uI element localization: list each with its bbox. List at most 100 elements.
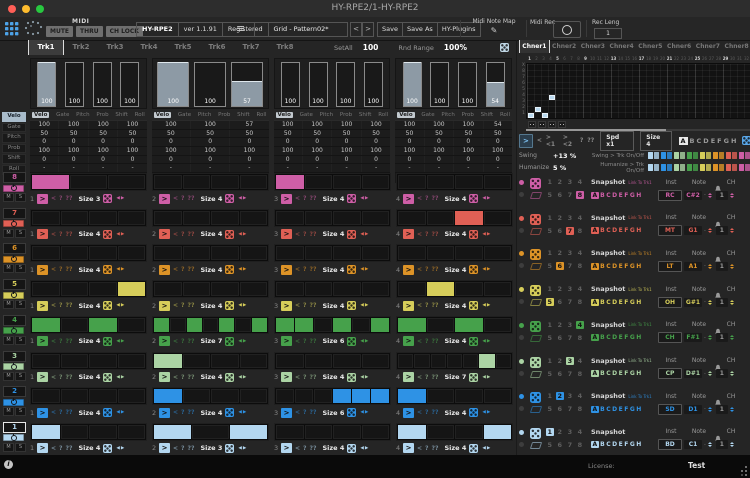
play-forward-button[interactable]: > bbox=[159, 443, 170, 453]
trk-onoff-toggle[interactable] bbox=[706, 164, 711, 171]
step-cell[interactable] bbox=[89, 211, 117, 225]
play-forward-button[interactable]: > bbox=[403, 229, 414, 239]
snapshot-slot-d[interactable]: D bbox=[612, 299, 617, 306]
link-to-trk-badge[interactable]: Link To Trk1 bbox=[628, 215, 651, 220]
tab-chner7[interactable]: Chner7 bbox=[694, 40, 723, 53]
random2-play-button[interactable]: ?? bbox=[432, 338, 439, 345]
step-cell[interactable] bbox=[333, 211, 361, 225]
randomize-dice-icon[interactable] bbox=[530, 178, 541, 189]
pager-right-icon[interactable]: ▶ bbox=[121, 267, 125, 272]
step-cell-active[interactable] bbox=[371, 318, 389, 332]
step-cell[interactable] bbox=[32, 246, 60, 260]
snapshot-slot-a[interactable]: A bbox=[591, 406, 599, 413]
step-cell-active[interactable] bbox=[32, 425, 60, 439]
step-cell[interactable] bbox=[398, 246, 426, 260]
panel-size-label[interactable]: Size 4 bbox=[78, 409, 100, 417]
pattern-slot-f[interactable]: F bbox=[717, 137, 721, 145]
step-cell[interactable] bbox=[333, 246, 361, 260]
param-tab-velo[interactable]: Velo bbox=[397, 112, 414, 118]
play-forward-button[interactable]: > bbox=[281, 443, 292, 453]
random2-play-button[interactable]: ?? bbox=[188, 302, 195, 309]
snapshot-slot-d[interactable]: D bbox=[612, 227, 617, 234]
track-power-button[interactable] bbox=[3, 220, 24, 227]
snapshot-slot-d[interactable]: D bbox=[612, 334, 617, 341]
param-value-cell[interactable]: - bbox=[302, 164, 331, 172]
step-cell[interactable] bbox=[362, 246, 390, 260]
grid-cell-active[interactable] bbox=[542, 113, 548, 118]
random-play-button[interactable]: ? bbox=[181, 338, 184, 345]
slot-4[interactable]: 4 bbox=[576, 357, 584, 365]
snapshot-slot-h[interactable]: H bbox=[636, 263, 641, 270]
step-cell-active[interactable] bbox=[32, 318, 60, 332]
trk-onoff-toggle[interactable] bbox=[739, 164, 744, 171]
randomize-dice-icon[interactable] bbox=[103, 337, 112, 346]
snapshot-slot-g[interactable]: G bbox=[630, 334, 635, 341]
track-power-button[interactable] bbox=[3, 185, 24, 192]
inst-value[interactable]: MT bbox=[658, 225, 682, 236]
panel-size-label[interactable]: Size 4 bbox=[322, 195, 344, 203]
random-play-button[interactable]: ? bbox=[303, 231, 306, 238]
panel-size-label[interactable]: Size 4 bbox=[200, 266, 222, 274]
ch-value[interactable]: 1 bbox=[716, 298, 728, 307]
random-play-button[interactable]: ? bbox=[181, 195, 184, 202]
param-value-cell[interactable]: 100 bbox=[88, 121, 117, 129]
pattern-grid[interactable] bbox=[526, 63, 750, 119]
param-tab-roll[interactable]: Roll bbox=[135, 112, 145, 118]
panel-size-label[interactable]: Size 6 bbox=[322, 409, 344, 417]
play-backward-button[interactable]: < bbox=[295, 445, 300, 452]
pager-right-icon[interactable]: ▶ bbox=[365, 446, 369, 451]
snapshot-slot-f[interactable]: F bbox=[624, 227, 628, 234]
param-tab-roll[interactable]: Roll bbox=[378, 112, 388, 118]
step-cell[interactable] bbox=[235, 318, 250, 332]
snapshot-slot-a[interactable]: A bbox=[591, 192, 599, 199]
pattern-slot-g[interactable]: G bbox=[724, 137, 729, 145]
step-cell-active[interactable] bbox=[455, 318, 483, 332]
randomize-dice-icon[interactable] bbox=[530, 392, 541, 403]
play-backward-button[interactable]: < bbox=[173, 338, 178, 345]
slot-6[interactable]: 6 bbox=[556, 227, 564, 235]
random-play-button[interactable]: ? bbox=[425, 195, 428, 202]
step-cell[interactable] bbox=[362, 282, 390, 296]
slot-5[interactable]: 5 bbox=[546, 405, 554, 413]
param-value-cell[interactable]: 100 bbox=[30, 147, 58, 155]
step-cell[interactable] bbox=[32, 282, 60, 296]
param-sidebar-velo[interactable]: Velo bbox=[2, 112, 26, 122]
ch-spinner[interactable] bbox=[730, 264, 734, 269]
slot-5[interactable]: 5 bbox=[546, 262, 554, 270]
trk-onoff-toggle[interactable] bbox=[726, 164, 731, 171]
param-value-cell[interactable]: 0 bbox=[88, 156, 117, 164]
slot-8[interactable]: 8 bbox=[576, 405, 584, 413]
snapshot-label[interactable]: Snapshot bbox=[591, 428, 625, 436]
step-cell[interactable] bbox=[427, 318, 455, 332]
randomize-dice-icon[interactable] bbox=[103, 408, 112, 417]
param-tab-prob[interactable]: Prob bbox=[218, 112, 230, 118]
snapshot-slot-c[interactable]: C bbox=[606, 370, 610, 377]
param-value-cell[interactable]: 50 bbox=[190, 130, 229, 138]
slot-7[interactable]: 7 bbox=[566, 334, 574, 342]
pager-right-icon[interactable]: ▶ bbox=[243, 339, 247, 344]
panel-size-label[interactable]: Size 4 bbox=[444, 302, 466, 310]
trk-onoff-toggle[interactable] bbox=[726, 152, 731, 159]
step-cell-active[interactable] bbox=[154, 389, 182, 403]
step-cell[interactable] bbox=[398, 211, 426, 225]
step-cell[interactable] bbox=[276, 282, 304, 296]
random-play-button[interactable]: ? bbox=[59, 302, 62, 309]
trk-onoff-toggle[interactable] bbox=[732, 152, 737, 159]
param-value-cell[interactable]: 0 bbox=[302, 138, 331, 146]
pager-right-icon[interactable]: ▶ bbox=[121, 339, 125, 344]
slot-4[interactable]: 4 bbox=[576, 178, 584, 186]
play-backward-button[interactable]: < bbox=[51, 266, 56, 273]
param-value-cell[interactable]: 0 bbox=[152, 156, 190, 164]
param-value-cell[interactable]: - bbox=[453, 164, 482, 172]
step-cell[interactable] bbox=[305, 175, 333, 189]
set-all-value[interactable]: 100 bbox=[363, 43, 379, 52]
snapshot-slot-f[interactable]: F bbox=[624, 441, 628, 448]
pager-right-icon[interactable]: ▶ bbox=[243, 446, 247, 451]
param-value-cell[interactable]: - bbox=[274, 164, 302, 172]
step-cell[interactable] bbox=[211, 354, 239, 368]
step-cell[interactable] bbox=[333, 354, 361, 368]
step-cell[interactable] bbox=[211, 211, 239, 225]
param-tab-prob[interactable]: Prob bbox=[462, 112, 474, 118]
step-cell[interactable] bbox=[455, 389, 483, 403]
step-cell[interactable] bbox=[118, 246, 146, 260]
